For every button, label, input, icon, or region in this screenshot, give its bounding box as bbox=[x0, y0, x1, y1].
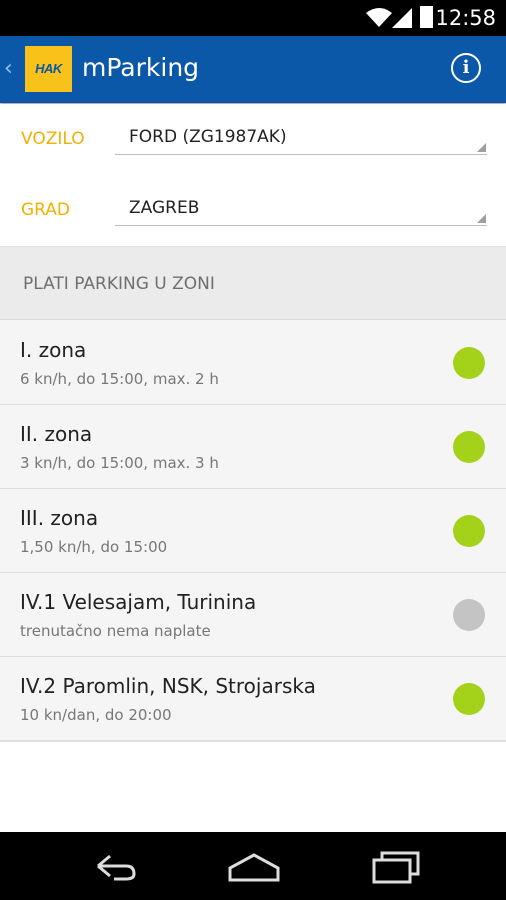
info-icon[interactable]: i bbox=[451, 53, 481, 83]
zone-detail: 3 kn/h, do 15:00, max. 3 h bbox=[20, 454, 219, 472]
signal-icon bbox=[392, 8, 412, 28]
city-value: ZAGREB bbox=[129, 198, 200, 218]
dropdown-arrow-icon bbox=[477, 214, 486, 223]
city-label: GRAD bbox=[21, 200, 71, 220]
navigation-bar bbox=[0, 832, 506, 900]
back-arrow-icon[interactable] bbox=[88, 846, 140, 886]
zone-status-indicator bbox=[453, 431, 485, 463]
vehicle-row: VOZILO FORD (ZG1987AK) bbox=[0, 104, 506, 176]
hak-logo[interactable]: HAK bbox=[25, 46, 72, 92]
chevron-left-icon[interactable]: ‹ bbox=[4, 56, 13, 81]
zone-name: I. zona bbox=[20, 338, 87, 362]
zone-detail: trenutačno nema naplate bbox=[20, 622, 211, 640]
zone-status-indicator bbox=[453, 347, 485, 379]
city-row: GRAD ZAGREB bbox=[0, 175, 506, 247]
city-spinner[interactable]: ZAGREB bbox=[115, 189, 487, 226]
zone-name: IV.1 Velesajam, Turinina bbox=[20, 590, 257, 614]
recent-apps-icon[interactable] bbox=[370, 846, 422, 886]
zone-list-item[interactable]: I. zona 6 kn/h, do 15:00, max. 2 h bbox=[0, 321, 506, 405]
app-bar: ‹ HAK mParking i bbox=[0, 36, 506, 103]
zone-list-item[interactable]: IV.2 Paromlin, NSK, Strojarska 10 kn/dan… bbox=[0, 657, 506, 741]
zone-list-item[interactable]: II. zona 3 kn/h, do 15:00, max. 3 h bbox=[0, 405, 506, 489]
zone-status-indicator bbox=[453, 515, 485, 547]
logo-text: HAK bbox=[35, 61, 62, 76]
zone-name: II. zona bbox=[20, 422, 93, 446]
home-icon[interactable] bbox=[226, 846, 282, 886]
app-title: mParking bbox=[82, 53, 200, 82]
empty-area bbox=[0, 741, 506, 833]
zone-status-indicator bbox=[453, 683, 485, 715]
section-title: PLATI PARKING U ZONI bbox=[23, 274, 215, 294]
status-time: 12:58 bbox=[435, 6, 496, 30]
section-header: PLATI PARKING U ZONI bbox=[0, 247, 506, 320]
zone-detail: 10 kn/dan, do 20:00 bbox=[20, 706, 172, 724]
status-bar: 12:58 bbox=[0, 0, 506, 36]
vehicle-spinner[interactable]: FORD (ZG1987AK) bbox=[115, 118, 487, 155]
zone-list-item[interactable]: IV.1 Velesajam, Turinina trenutačno nema… bbox=[0, 573, 506, 657]
wifi-icon bbox=[366, 8, 392, 27]
zone-list-item[interactable]: III. zona 1,50 kn/h, do 15:00 bbox=[0, 489, 506, 573]
vehicle-value: FORD (ZG1987AK) bbox=[129, 127, 287, 147]
zone-status-indicator bbox=[453, 599, 485, 631]
zone-name: IV.2 Paromlin, NSK, Strojarska bbox=[20, 674, 316, 698]
zone-detail: 6 kn/h, do 15:00, max. 2 h bbox=[20, 370, 219, 388]
vehicle-label: VOZILO bbox=[21, 129, 85, 149]
zone-detail: 1,50 kn/h, do 15:00 bbox=[20, 538, 168, 556]
zone-name: III. zona bbox=[20, 506, 99, 530]
dropdown-arrow-icon bbox=[477, 143, 486, 152]
battery-icon bbox=[420, 6, 433, 28]
